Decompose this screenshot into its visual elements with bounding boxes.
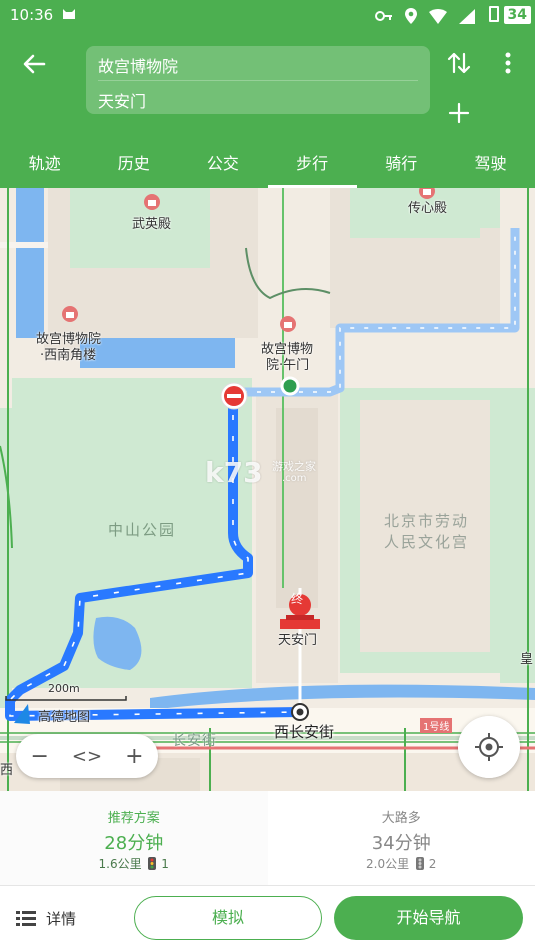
- route-input-box: 故宫博物院 天安门: [86, 46, 430, 114]
- status-icons: [375, 7, 475, 25]
- map-label-huang: 皇: [520, 652, 534, 667]
- plan-tag: 大路多: [381, 811, 421, 826]
- origin-input[interactable]: 故宫博物院: [98, 53, 178, 77]
- poi-marker-icon: [280, 316, 296, 332]
- battery-icon: [489, 6, 499, 22]
- details-button[interactable]: 详情: [16, 902, 76, 934]
- map-label-changan: 长安街: [172, 733, 217, 749]
- tab-track[interactable]: 轨迹: [0, 140, 89, 188]
- map-label-tiananmen[interactable]: 天安门: [278, 629, 317, 648]
- bottom-action-bar: 详情 模拟 开始导航: [0, 885, 535, 951]
- transport-tabs: 轨迹 历史 公交 步行 骑行 驾驶: [0, 140, 535, 188]
- back-arrow-icon[interactable]: [18, 48, 50, 80]
- poi-marker-icon: [62, 306, 78, 322]
- plan-lights: 1: [161, 857, 169, 871]
- map-label-wuying[interactable]: 武英殿: [132, 213, 171, 232]
- swap-icon[interactable]: [446, 50, 472, 76]
- tab-bike[interactable]: 骑行: [357, 140, 446, 188]
- add-waypoint-icon[interactable]: [446, 100, 472, 126]
- plan-recommended[interactable]: 推荐方案 28分钟 1.6公里 1: [0, 791, 268, 885]
- code-toggle-button[interactable]: <>: [67, 746, 107, 767]
- more-vert-icon[interactable]: [498, 50, 518, 76]
- brand-logo-text: 高德地图: [38, 710, 91, 725]
- route-plans: 推荐方案 28分钟 1.6公里 1 大路多 34分钟 2.0公里 2: [0, 791, 535, 885]
- metro-line-badge: 1号线: [420, 718, 453, 733]
- list-icon: [16, 911, 36, 926]
- map-label-xichangan: 西长安街: [274, 723, 335, 741]
- zoom-control: − <> +: [16, 734, 158, 778]
- key-icon: [375, 11, 392, 21]
- tab-walk[interactable]: 步行: [267, 140, 357, 188]
- battery-level: 34: [503, 6, 531, 24]
- status-bar: 10:36 34: [0, 0, 535, 32]
- cat-icon: [63, 9, 75, 19]
- status-time: 10:36: [10, 6, 54, 24]
- map-label-laodong[interactable]: 北京市劳动: [384, 510, 469, 531]
- map-label-zhongshan[interactable]: 中山公园: [108, 519, 176, 540]
- plan-distance: 1.6公里: [98, 857, 142, 871]
- signal-icon: [459, 8, 475, 24]
- watermark-3: .com: [282, 473, 307, 484]
- traffic-light-icon: [148, 857, 157, 870]
- watermark-2: 游戏之家: [272, 460, 316, 473]
- top-bar: 10:36 34 故宫博物院 天安门 轨迹 历史 公交 步行 骑行 驾驶: [0, 0, 535, 188]
- tab-drive[interactable]: 驾驶: [446, 140, 535, 188]
- end-badge-label: 终: [291, 592, 304, 606]
- details-label: 详情: [46, 909, 77, 928]
- plan-tag: 推荐方案: [107, 811, 160, 826]
- scale-label: 200m: [48, 682, 80, 695]
- plan-duration: 34分钟: [371, 833, 431, 854]
- map-label-chuanxin[interactable]: 传心殿: [408, 197, 447, 216]
- plan-lights: 2: [428, 857, 437, 871]
- tab-transit[interactable]: 公交: [178, 140, 267, 188]
- plan-duration: 28分钟: [104, 833, 164, 854]
- location-icon: [405, 8, 417, 24]
- start-navigation-button[interactable]: 开始导航: [334, 896, 523, 940]
- tab-history[interactable]: 历史: [89, 140, 178, 188]
- plan-meta: 2.0公里 2: [268, 855, 535, 872]
- simulate-button[interactable]: 模拟: [134, 896, 322, 940]
- map-label-wumen-2[interactable]: 院·午门: [266, 354, 309, 373]
- zoom-out-button[interactable]: −: [20, 744, 60, 769]
- locate-icon[interactable]: [458, 716, 520, 778]
- map-label-xi: 西: [0, 763, 14, 778]
- poi-marker-icon: [144, 194, 160, 210]
- wifi-icon: [429, 8, 447, 24]
- map-canvas: [0, 188, 535, 791]
- map-label-xinanjiao-2[interactable]: ·西南角楼: [40, 344, 96, 363]
- map-view[interactable]: 终 武英殿 传心殿 故宫博物院 ·西南角楼 故宫博物 院·午门 中山公园 北京市…: [0, 188, 535, 791]
- route-divider: [98, 80, 418, 81]
- watermark: k73: [205, 456, 263, 489]
- zoom-in-button[interactable]: +: [114, 744, 154, 769]
- destination-input[interactable]: 天安门: [98, 88, 146, 112]
- traffic-light-icon: [415, 857, 424, 870]
- map-label-laodong-2[interactable]: 人民文化宫: [384, 531, 469, 552]
- plan-main-roads[interactable]: 大路多 34分钟 2.0公里 2: [268, 791, 535, 885]
- plan-distance: 2.0公里: [366, 857, 410, 871]
- plan-meta: 1.6公里 1: [0, 855, 268, 872]
